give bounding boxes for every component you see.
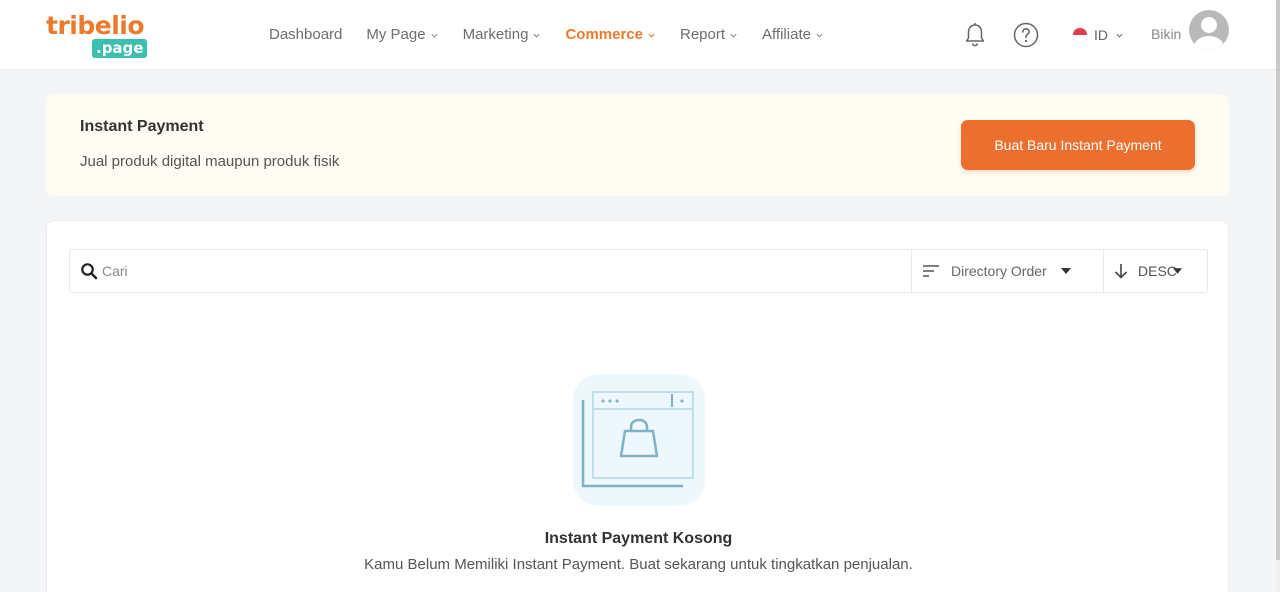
nav-item-report[interactable]: Report	[680, 24, 738, 46]
nav-item-label: Dashboard	[269, 26, 343, 43]
nav-item-label: My Page	[366, 26, 426, 43]
nav-item-label: Marketing	[462, 26, 529, 43]
user-name[interactable]: Bikin	[1151, 26, 1181, 42]
caret-down-icon	[1060, 268, 1071, 274]
search-icon	[81, 263, 98, 280]
language-selector[interactable]: ID	[1072, 25, 1124, 45]
chevron-down-icon	[730, 33, 737, 38]
nav-item-label: Affiliate	[762, 26, 811, 43]
flag-icon	[1072, 27, 1088, 43]
help-icon[interactable]	[1013, 22, 1039, 48]
nav-item-dashboard[interactable]: Dashboard	[269, 24, 342, 46]
scrollbar-thumb[interactable]	[1276, 0, 1280, 560]
page-subtitle: Jual produk digital maupun produk fisik	[80, 153, 340, 170]
search-input[interactable]	[102, 258, 902, 284]
nav-item-label: Commerce	[565, 26, 643, 43]
sort-lines-icon	[923, 265, 939, 277]
page-scrollbar[interactable]	[1276, 0, 1280, 592]
bell-icon[interactable]	[963, 22, 987, 48]
nav-item-label: Report	[680, 26, 726, 43]
arrow-down-icon	[1114, 264, 1128, 279]
empty-state-description: Kamu Belum Memiliki Instant Payment. Bua…	[364, 556, 913, 573]
logo-badge: .page	[92, 39, 148, 58]
chevron-down-icon	[648, 33, 655, 38]
chevron-down-icon	[431, 33, 438, 38]
content-card: Directory Order DESC Instant Payment Kos…	[46, 220, 1229, 592]
create-instant-payment-button[interactable]: Buat Baru Instant Payment	[961, 120, 1195, 170]
main-nav: Dashboard My Page Marketing Commerce Rep…	[269, 24, 848, 46]
page-title: Instant Payment	[80, 118, 204, 135]
sort-direction-label: DESC	[1138, 263, 1177, 279]
top-header: tribelio .page Dashboard My Page Marketi…	[0, 0, 1276, 70]
tribelio-logo[interactable]: tribelio .page	[46, 12, 156, 60]
page-banner: Instant Payment Jual produk digital maup…	[46, 94, 1229, 196]
chevron-down-icon	[1116, 33, 1123, 38]
nav-item-affiliate[interactable]: Affiliate	[762, 24, 824, 46]
filter-toolbar: Directory Order DESC	[69, 249, 1208, 293]
nav-item-my-page[interactable]: My Page	[366, 24, 438, 46]
logo-wordmark: tribelio	[46, 11, 145, 40]
empty-shopping-bag-illustration	[573, 374, 705, 506]
avatar-icon[interactable]	[1188, 9, 1230, 51]
nav-item-marketing[interactable]: Marketing	[463, 24, 542, 46]
sort-order-label: Directory Order	[951, 263, 1047, 279]
language-label: ID	[1094, 27, 1108, 43]
sort-direction-dropdown[interactable]: DESC	[1103, 250, 1207, 292]
chevron-down-icon	[533, 33, 541, 38]
empty-state-title: Instant Payment Kosong	[544, 530, 733, 547]
nav-item-commerce[interactable]: Commerce	[565, 24, 656, 46]
chevron-down-icon	[816, 33, 823, 38]
sort-order-dropdown[interactable]: Directory Order	[911, 250, 1103, 292]
caret-down-icon	[1172, 268, 1182, 274]
